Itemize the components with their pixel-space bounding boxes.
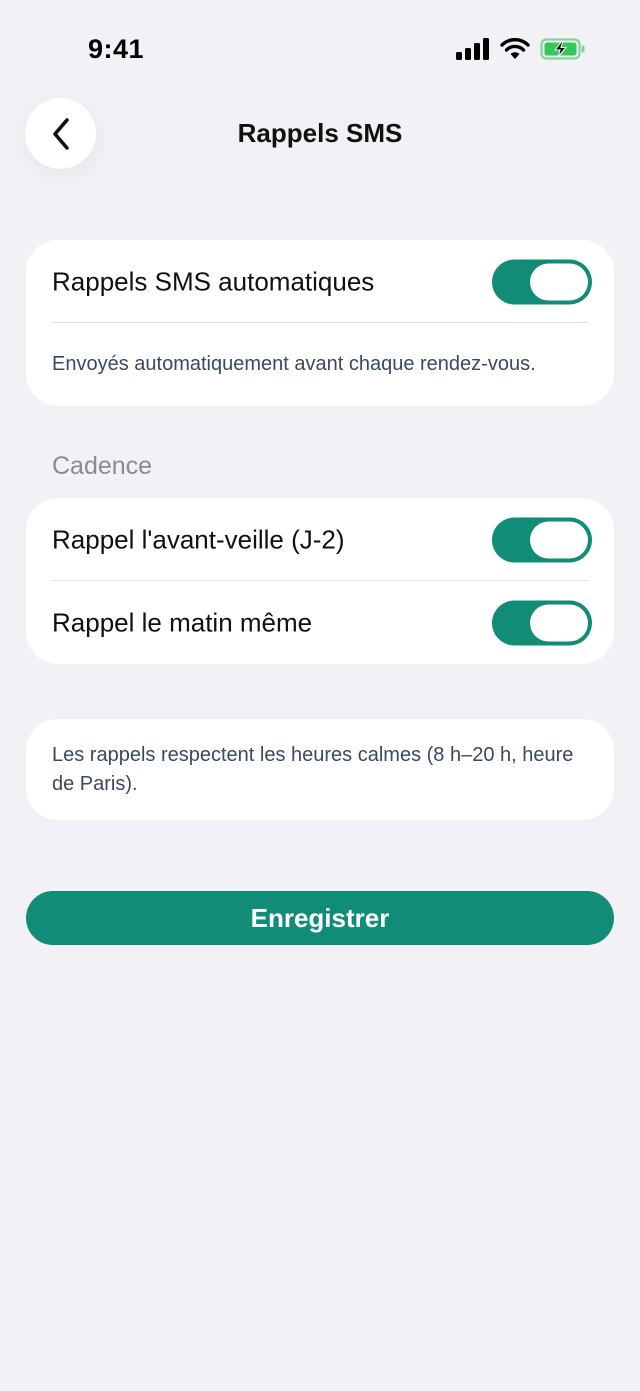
cadence-row-morning: Rappel le matin même [26, 581, 614, 664]
wifi-icon [500, 38, 530, 59]
cadence-j2-toggle[interactable] [492, 517, 592, 562]
cadence-row-j2: Rappel l'avant-veille (J-2) [26, 498, 614, 581]
cadence-card: Rappel l'avant-veille (J-2) Rappel le ma… [26, 498, 614, 664]
auto-reminders-card: Rappels SMS automatiques Envoyés automat… [26, 240, 614, 406]
toggle-knob [530, 263, 588, 300]
quiet-hours-info-card: Les rappels respectent les heures calmes… [26, 719, 614, 820]
divider [52, 322, 589, 323]
section-label-cadence: Cadence [52, 452, 153, 480]
toggle-knob [530, 521, 588, 558]
auto-reminders-label: Rappels SMS automatiques [52, 266, 375, 296]
auto-reminders-toggle[interactable] [492, 259, 592, 304]
page-title: Rappels SMS [237, 118, 403, 148]
quiet-hours-info-text: Les rappels respectent les heures calmes… [52, 744, 574, 795]
cadence-morning-label: Rappel le matin même [52, 607, 313, 637]
toggle-knob [530, 604, 588, 641]
save-button[interactable]: Enregistrer [26, 891, 614, 945]
status-icons [456, 38, 586, 60]
battery-charging-icon [540, 38, 585, 60]
cadence-j2-label: Rappel l'avant-veille (J-2) [52, 524, 345, 554]
status-time: 9:41 [88, 34, 145, 64]
cellular-signal-icon [456, 38, 489, 60]
auto-reminders-row: Rappels SMS automatiques [26, 240, 614, 323]
status-bar: 9:41 [0, 0, 640, 100]
auto-reminders-helper: Envoyés automatiquement avant chaque ren… [52, 353, 536, 375]
cadence-morning-toggle[interactable] [492, 600, 592, 645]
